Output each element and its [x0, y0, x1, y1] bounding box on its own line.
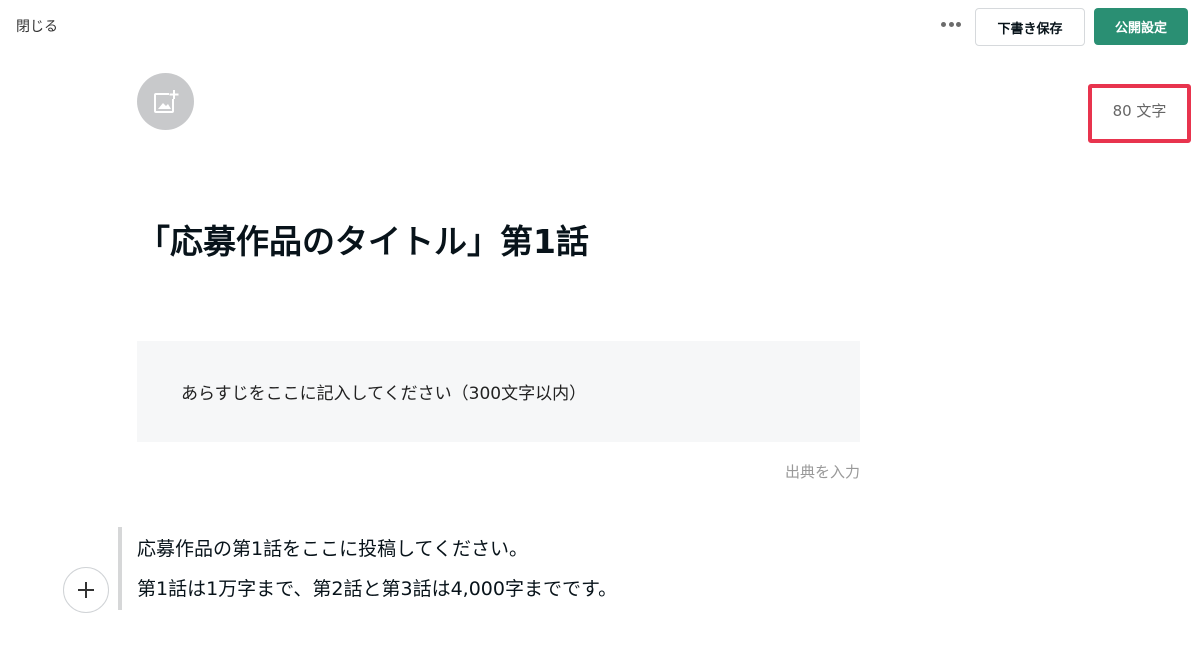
article-title[interactable]: 「応募作品のタイトル」第1話	[137, 214, 589, 270]
body-focus-bar	[118, 527, 122, 610]
synopsis-text: あらすじをここに記入してください（300文字以内）	[181, 384, 587, 404]
body-paragraph[interactable]: 応募作品の第1話をここに投稿してください。	[137, 535, 528, 563]
dot	[948, 21, 954, 27]
char-count-highlight: 80 文字	[1088, 84, 1191, 143]
add-header-image-button[interactable]	[137, 73, 194, 130]
add-block-button[interactable]	[63, 567, 109, 613]
publish-settings-button[interactable]: 公開設定	[1094, 8, 1188, 45]
save-draft-button[interactable]: 下書き保存	[975, 8, 1085, 46]
dot	[941, 21, 946, 27]
char-count: 80 文字	[1112, 102, 1167, 120]
synopsis-block[interactable]: あらすじをここに記入してください（300文字以内）	[137, 341, 860, 442]
plus-icon	[78, 582, 94, 598]
add-image-icon	[153, 89, 179, 113]
source-input[interactable]: 出典を入力	[760, 461, 860, 482]
body-paragraph[interactable]: 第1話は1万字まで、第2話と第3話は4,000字までです。	[137, 575, 617, 603]
more-dots-icon[interactable]	[939, 16, 963, 32]
close-button[interactable]: 閉じる	[16, 17, 58, 37]
dot	[956, 21, 961, 27]
